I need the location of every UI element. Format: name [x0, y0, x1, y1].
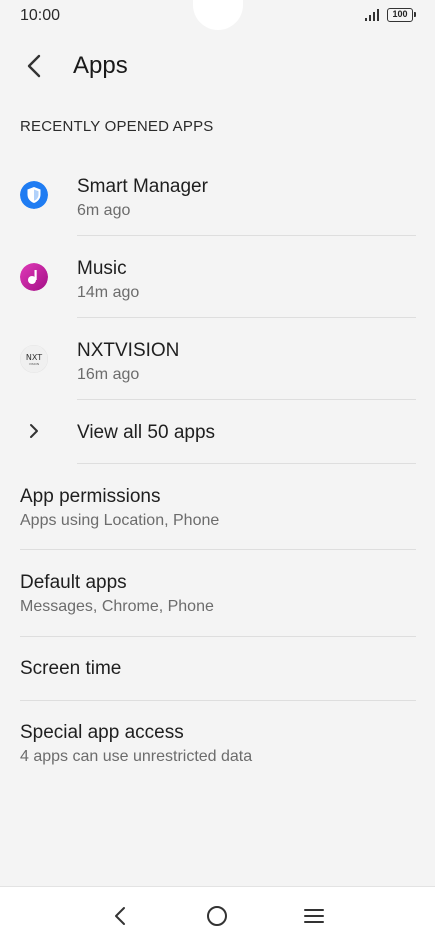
nav-back-button[interactable] — [106, 901, 136, 931]
setting-title: Screen time — [20, 658, 122, 679]
app-row-music[interactable]: Music 14m ago — [0, 236, 435, 318]
battery-level: 100 — [392, 9, 408, 19]
svg-text:NXT: NXT — [26, 353, 42, 362]
setting-title: Default apps — [20, 572, 127, 593]
nav-home-button[interactable] — [202, 901, 232, 931]
app-name: NXTVISION — [77, 340, 180, 361]
navigation-bar — [0, 886, 435, 944]
screen-time-item[interactable]: Screen time — [0, 637, 435, 700]
nxtvision-icon: NXT VISION — [20, 345, 48, 373]
svg-text:VISION: VISION — [29, 362, 39, 366]
section-header-recent: RECENTLY OPENED APPS — [20, 118, 214, 135]
status-time: 10:00 — [20, 7, 61, 24]
chevron-left-icon — [27, 54, 41, 78]
nav-menu-button[interactable] — [299, 901, 329, 931]
app-row-smart-manager[interactable]: Smart Manager 6m ago — [0, 154, 435, 236]
setting-subtitle: Messages, Chrome, Phone — [20, 598, 214, 615]
app-permissions-item[interactable]: App permissions Apps using Location, Pho… — [0, 464, 435, 549]
app-name: Music — [77, 258, 127, 279]
view-all-apps-button[interactable]: View all 50 apps — [0, 400, 435, 462]
chevron-right-icon — [30, 424, 38, 438]
setting-title: Special app access — [20, 722, 184, 743]
menu-icon — [304, 909, 324, 923]
app-last-opened: 14m ago — [77, 284, 140, 301]
app-last-opened: 6m ago — [77, 202, 131, 219]
back-icon — [115, 907, 125, 925]
signal-icon — [365, 9, 379, 21]
page-title: Apps — [73, 52, 128, 79]
app-name: Smart Manager — [77, 176, 208, 197]
app-last-opened: 16m ago — [77, 366, 140, 383]
setting-subtitle: Apps using Location, Phone — [20, 512, 220, 529]
back-button[interactable] — [18, 48, 50, 84]
battery-icon: 100 — [387, 8, 416, 22]
smart-manager-icon — [20, 181, 48, 209]
setting-subtitle: 4 apps can use unrestricted data — [20, 748, 253, 765]
special-app-access-item[interactable]: Special app access 4 apps can use unrest… — [0, 701, 435, 785]
app-row-nxtvision[interactable]: NXT VISION NXTVISION 16m ago — [0, 318, 435, 400]
music-icon — [20, 263, 48, 291]
screen: 10:00 100 Apps RECENTLY OPENED APPS Smar… — [0, 0, 435, 944]
setting-title: App permissions — [20, 486, 161, 507]
home-icon — [207, 906, 227, 926]
header: Apps — [0, 44, 435, 88]
default-apps-item[interactable]: Default apps Messages, Chrome, Phone — [0, 550, 435, 636]
camera-notch — [193, 0, 243, 30]
view-all-label: View all 50 apps — [77, 422, 216, 443]
status-bar: 10:00 100 — [0, 0, 435, 32]
